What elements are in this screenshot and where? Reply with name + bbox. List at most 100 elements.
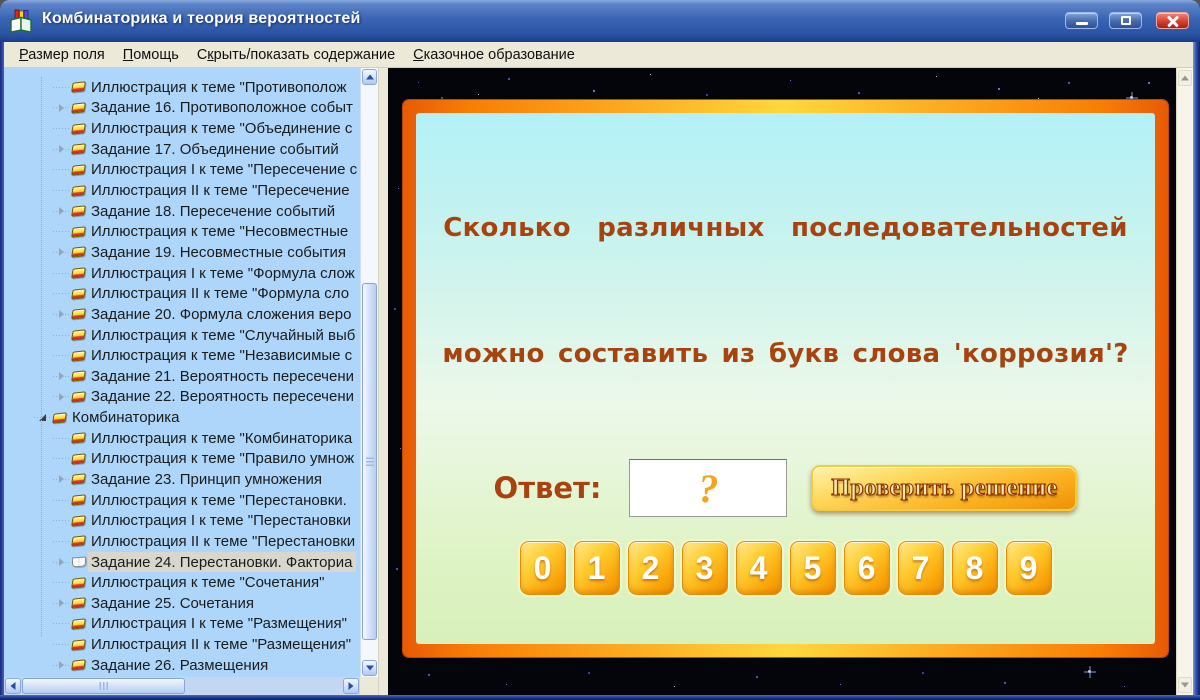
tree-item[interactable]: Иллюстрация I к теме "Перестановки [4, 510, 360, 531]
tree-item-label[interactable]: Задание 17. Объединение событий [88, 139, 342, 159]
scroll-right-button[interactable] [343, 678, 359, 694]
tree-item-label[interactable]: Задание 19. Несовместные события [88, 242, 349, 262]
digit-button-3[interactable]: 3 [681, 541, 728, 595]
menu-item-help[interactable]: Помощь [114, 44, 188, 66]
pane-splitter[interactable] [378, 68, 388, 695]
content-scroll-down-button[interactable] [1178, 677, 1192, 693]
expand-arrow-icon[interactable] [58, 207, 64, 216]
tree-item-label[interactable]: Иллюстрация к теме "Несовместные [88, 222, 351, 242]
tree-item[interactable]: Задание 22. Вероятность пересечени [4, 387, 360, 408]
tree-item-label[interactable]: Задание 21. Вероятность пересечени [88, 366, 357, 386]
tree-item-label[interactable]: Задание 22. Вероятность пересечени [88, 387, 357, 407]
tree-item-label[interactable]: Иллюстрация I к теме "Перестановки [88, 511, 354, 531]
tree-item-label[interactable]: Иллюстрация к теме "Независимые с [88, 346, 355, 366]
tree-item-label[interactable]: Иллюстрация к теме "Случайный выб [88, 325, 358, 345]
menu-item-field-size[interactable]: Размер поля [10, 44, 114, 66]
expand-arrow-icon[interactable] [58, 145, 64, 154]
maximize-button[interactable] [1109, 12, 1142, 29]
tree-item[interactable]: Задание 20. Формула сложения веро [4, 304, 360, 325]
tree-item[interactable]: Иллюстрация I к теме "Пересечение с [4, 160, 360, 181]
tree-item[interactable]: Задание 24. Перестановки. Факториа [4, 552, 360, 573]
digit-button-0[interactable]: 0 [519, 541, 566, 595]
tree-item[interactable]: Задание 19. Несовместные события [4, 242, 360, 263]
tree-item[interactable]: Иллюстрация II к теме "Перестановки [4, 531, 360, 552]
tree-item-label[interactable]: Задание 16. Противоположное событ [88, 98, 356, 118]
tree-item-label[interactable]: Иллюстрация II к теме "Формула сло [88, 284, 352, 304]
tree-item-label[interactable]: Иллюстрация I к теме "Пересечение с [88, 160, 360, 180]
digit-button-5[interactable]: 5 [789, 541, 836, 595]
tree-item-label[interactable]: Иллюстрация к теме "Противополож [88, 77, 350, 97]
tree-item-label[interactable]: Иллюстрация II к теме "Перестановки [88, 531, 358, 551]
tree-item[interactable]: Задание 17. Объединение событий [4, 139, 360, 160]
answer-input[interactable] [629, 459, 788, 517]
content-scroll-up-button[interactable] [1178, 70, 1192, 86]
close-button[interactable] [1156, 12, 1189, 29]
tree-item[interactable]: Иллюстрация к теме "Случайный выб [4, 325, 360, 346]
tree-item-label[interactable]: Задание 23. Принцип умножения [88, 469, 325, 489]
expand-arrow-icon[interactable] [58, 558, 64, 567]
tree-item-label[interactable]: Иллюстрация к теме "Перестановки. [88, 490, 350, 510]
tree-item-label[interactable]: Иллюстрация к теме "Сочетания" [88, 573, 327, 593]
tree-item[interactable]: Задание 18. Пересечение событий [4, 201, 360, 222]
digit-button-7[interactable]: 7 [897, 541, 944, 595]
tree-item-label[interactable]: Комбинаторика [69, 408, 183, 428]
expand-arrow-icon[interactable] [58, 372, 64, 381]
tree-item[interactable]: Иллюстрация к теме "Несовместные [4, 221, 360, 242]
expand-arrow-icon[interactable] [58, 310, 64, 319]
tree-item[interactable]: Иллюстрация II к теме "Пересечение [4, 180, 360, 201]
tree-vertical-scrollbar[interactable] [360, 68, 378, 677]
tree-horizontal-scrollbar[interactable] [4, 677, 360, 695]
tree-item[interactable]: Задание 21. Вероятность пересечени [4, 366, 360, 387]
digit-button-9[interactable]: 9 [1005, 541, 1052, 595]
expand-arrow-icon[interactable] [58, 661, 64, 670]
scroll-up-button[interactable] [362, 69, 377, 85]
check-solution-button[interactable]: Проверить решение [811, 465, 1078, 511]
tree-item[interactable]: Задание 25. Сочетания [4, 593, 360, 614]
content-vertical-scrollbar[interactable] [1176, 68, 1193, 695]
tree-item[interactable]: Задание 26. Размещения [4, 655, 360, 676]
tree-item[interactable]: Иллюстрация II к теме "Формула сло [4, 283, 360, 304]
scroll-down-button[interactable] [362, 660, 377, 676]
tree-item[interactable]: Иллюстрация к теме "Перестановки. [4, 490, 360, 511]
digit-button-6[interactable]: 6 [843, 541, 890, 595]
horizontal-scroll-thumb[interactable] [22, 678, 185, 694]
tree-item-label[interactable]: Иллюстрация II к теме "Пересечение [88, 181, 353, 201]
tree-item[interactable]: Иллюстрация к теме "Комбинаторика [4, 428, 360, 449]
tree-item[interactable]: Иллюстрация I к теме "Формула слож [4, 263, 360, 284]
digit-button-8[interactable]: 8 [951, 541, 998, 595]
tree-item[interactable]: Иллюстрация к теме "Противополож [4, 77, 360, 98]
tree-item[interactable]: Иллюстрация I к теме "Размещения" [4, 614, 360, 635]
tree-item[interactable]: Задание 16. Противоположное событ [4, 98, 360, 119]
expand-arrow-icon[interactable] [58, 475, 64, 484]
tree-item-label[interactable]: Задание 24. Перестановки. Факториа [88, 552, 356, 573]
tree-item-label[interactable]: Иллюстрация I к теме "Размещения" [88, 614, 350, 634]
tree-item[interactable]: Иллюстрация к теме "Независимые с [4, 345, 360, 366]
tree-item-label[interactable]: Задание 26. Размещения [88, 655, 271, 675]
tree-item-label[interactable]: Иллюстрация к теме "Комбинаторика [88, 428, 355, 448]
expand-arrow-icon[interactable] [58, 392, 64, 401]
vertical-scroll-thumb[interactable] [362, 283, 377, 640]
collapse-arrow-icon[interactable] [38, 414, 46, 422]
tree-item[interactable]: Иллюстрация к теме "Правило умнож [4, 449, 360, 470]
minimize-button[interactable] [1065, 12, 1098, 29]
tree-item-label[interactable]: Иллюстрация II к теме "Размещения" [88, 635, 354, 655]
digit-button-4[interactable]: 4 [735, 541, 782, 595]
tree-item[interactable]: Комбинаторика [4, 407, 360, 428]
tree-item-label[interactable]: Задание 18. Пересечение событий [88, 201, 338, 221]
scroll-left-button[interactable] [5, 678, 21, 694]
tree-item-label[interactable]: Задание 20. Формула сложения веро [88, 304, 354, 324]
tree-item-label[interactable]: Иллюстрация к теме "Объединение с [88, 119, 355, 139]
tree-item-label[interactable]: Иллюстрация I к теме "Формула слож [88, 263, 358, 283]
expand-arrow-icon[interactable] [58, 599, 64, 608]
digit-button-1[interactable]: 1 [573, 541, 620, 595]
digit-button-2[interactable]: 2 [627, 541, 674, 595]
menu-item-toggle-contents[interactable]: Скрыть/показать содержание [188, 44, 404, 66]
tree-item-label[interactable]: Иллюстрация к теме "Правило умнож [88, 449, 357, 469]
expand-arrow-icon[interactable] [58, 248, 64, 257]
menu-item-fairy-education[interactable]: Сказочное образование [404, 44, 584, 66]
tree-item[interactable]: Задание 23. Принцип умножения [4, 469, 360, 490]
expand-arrow-icon[interactable] [58, 103, 64, 112]
tree-item[interactable]: Иллюстрация II к теме "Размещения" [4, 634, 360, 655]
tree-item-label[interactable]: Задание 25. Сочетания [88, 593, 257, 613]
tree-item[interactable]: Иллюстрация к теме "Объединение с [4, 118, 360, 139]
